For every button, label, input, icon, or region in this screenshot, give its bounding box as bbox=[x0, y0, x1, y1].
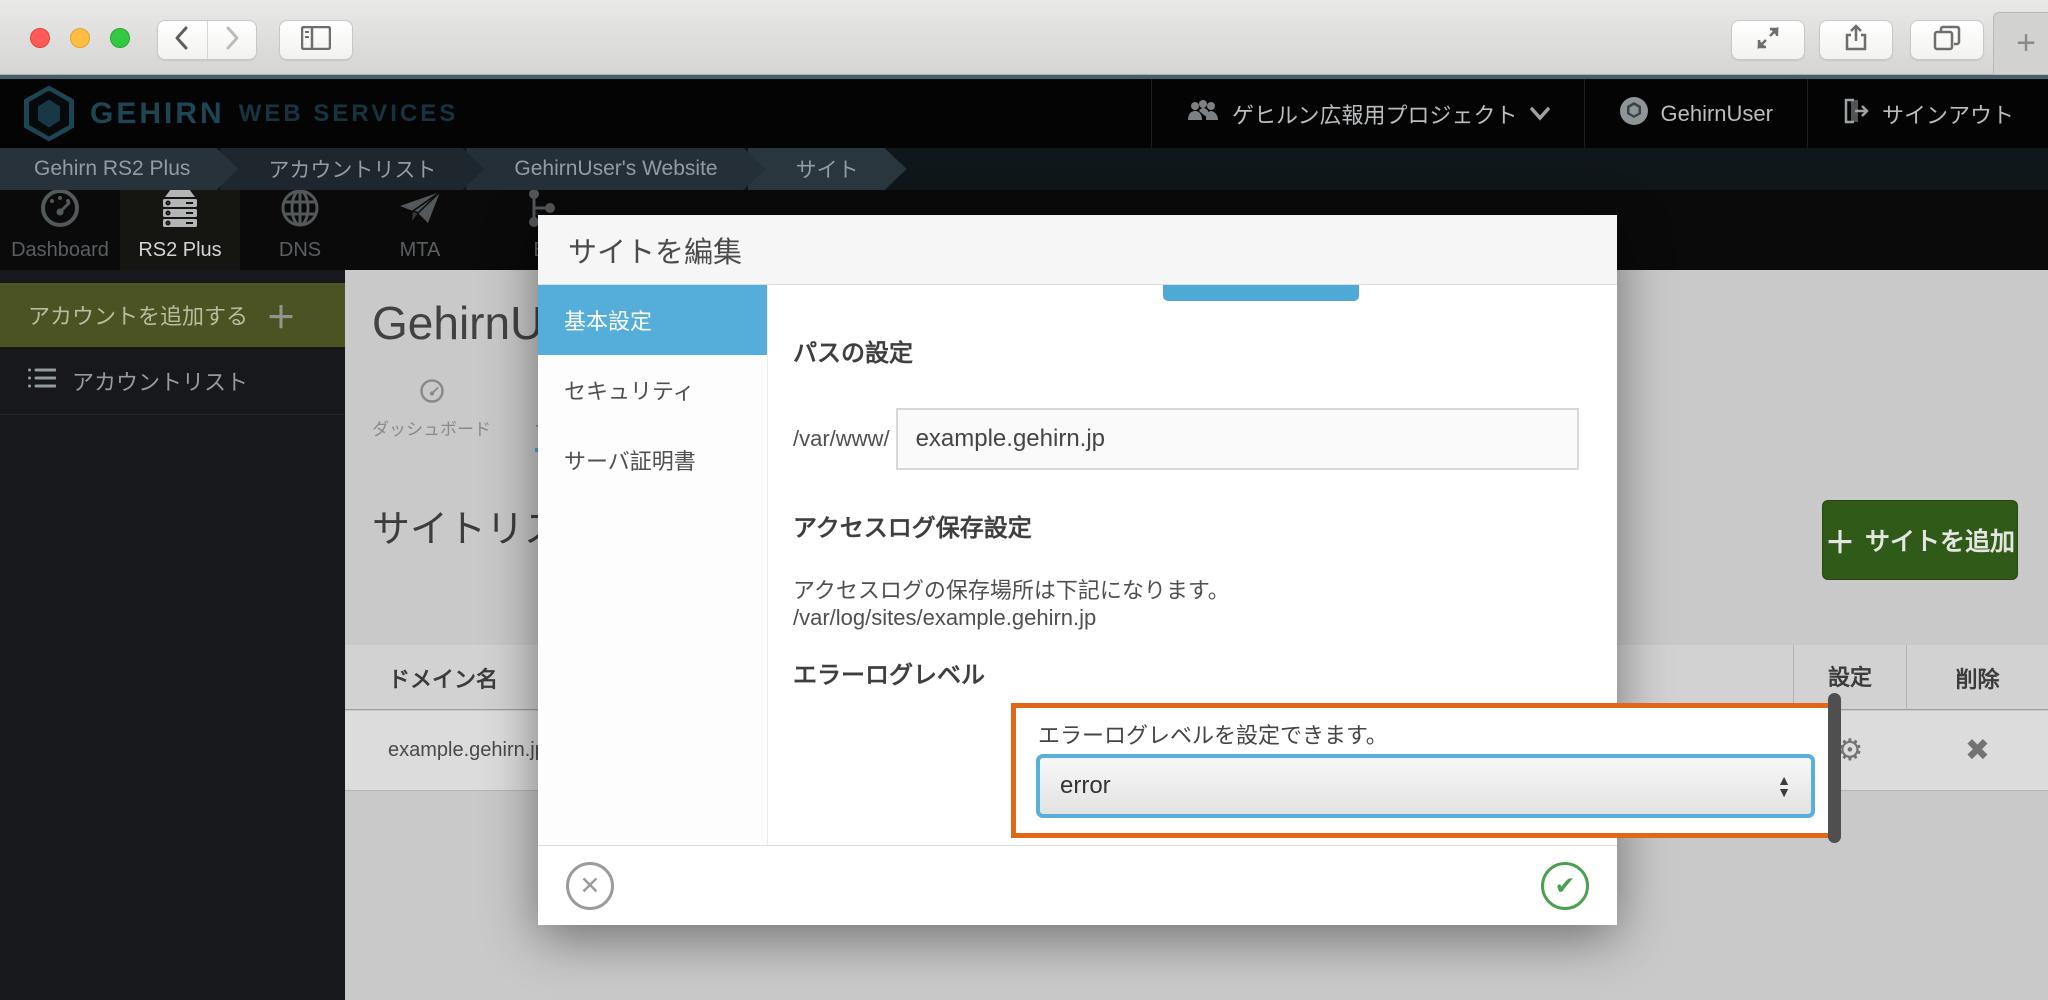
header-right: ゲヒルン広報用プロジェクト GehirnUser サインアウト bbox=[1150, 79, 2048, 148]
modal-tab-basic[interactable]: 基本設定 bbox=[538, 285, 767, 355]
logo-text: GEHIRN bbox=[90, 96, 225, 130]
highlight-box: エラーログレベルを設定できます。 error ▲ ▼ bbox=[1011, 703, 1840, 838]
browser-toolbar: + bbox=[0, 0, 2048, 75]
tab-dashboard[interactable]: ダッシュボード bbox=[372, 378, 491, 452]
fullscreen-icon bbox=[1755, 25, 1781, 56]
modal-footer: ✕ ✔ bbox=[538, 845, 1617, 925]
user-menu[interactable]: GehirnUser bbox=[1583, 79, 1807, 148]
breadcrumb-item-website[interactable]: GehirnUser's Website bbox=[466, 148, 765, 190]
plus-icon: ＋ bbox=[266, 302, 297, 335]
share-icon bbox=[1844, 23, 1868, 57]
nav-mta[interactable]: MTA bbox=[360, 190, 480, 270]
share-button[interactable] bbox=[1819, 20, 1893, 60]
breadcrumb-item-accountlist[interactable]: アカウントリスト bbox=[220, 148, 484, 190]
col-settings: 設定 bbox=[1793, 645, 1907, 710]
user-avatar-icon bbox=[1619, 96, 1649, 132]
nav-rs2plus[interactable]: RS2 Plus bbox=[120, 187, 240, 270]
back-icon bbox=[172, 25, 192, 56]
gehirn-logo[interactable]: GEHIRN WEB SERVICES bbox=[24, 85, 459, 142]
forward-button[interactable] bbox=[206, 21, 257, 59]
delete-x-icon[interactable]: ✖ bbox=[1907, 733, 2048, 768]
list-icon bbox=[28, 367, 57, 395]
account-list-label: アカウントリスト bbox=[72, 369, 249, 395]
people-icon bbox=[1186, 98, 1220, 130]
chevron-down-icon bbox=[1529, 101, 1550, 127]
tabs-icon bbox=[1933, 25, 1961, 56]
signout-icon bbox=[1842, 97, 1870, 131]
paper-plane-icon bbox=[398, 189, 442, 234]
add-account-button[interactable]: アカウントを追加する ＋ bbox=[0, 283, 345, 347]
user-name: GehirnUser bbox=[1660, 100, 1773, 126]
breadcrumb-item-site[interactable]: サイト bbox=[748, 148, 907, 190]
path-prefix-label: /var/www/ bbox=[793, 426, 890, 451]
modal-scrollbar[interactable] bbox=[1828, 693, 1841, 843]
add-site-label: サイトを追加 bbox=[1864, 528, 2015, 556]
sidebar: アカウントを追加する ＋ アカウントリスト bbox=[0, 270, 345, 1000]
modal-tab-certificate[interactable]: サーバ証明書 bbox=[538, 425, 767, 495]
nav-label: MTA bbox=[399, 239, 441, 261]
back-button[interactable] bbox=[158, 21, 207, 59]
server-stack-icon bbox=[157, 187, 203, 234]
plus-icon: ＋ bbox=[1824, 527, 1855, 560]
access-log-description: アクセスログの保存場所は下記になります。 bbox=[793, 578, 1230, 603]
project-name: ゲヒルン広報用プロジェクト bbox=[1231, 102, 1518, 128]
window-close-button[interactable] bbox=[30, 28, 50, 48]
nav-dns[interactable]: DNS bbox=[240, 187, 360, 270]
modal-title: サイトを編集 bbox=[538, 215, 1617, 285]
select-stepper-icon: ▲ ▼ bbox=[1777, 772, 1791, 800]
check-icon: ✔ bbox=[1554, 871, 1576, 900]
add-site-button[interactable]: ＋ サイトを追加 bbox=[1822, 500, 2018, 580]
add-account-label: アカウントを追加する bbox=[28, 304, 249, 329]
nav-dashboard[interactable]: Dashboard bbox=[0, 187, 120, 270]
col-delete: 削除 bbox=[1955, 666, 2000, 692]
access-log-heading: アクセスログ保存設定 bbox=[793, 515, 1032, 542]
modal-tab-list: 基本設定 セキュリティ サーバ証明書 bbox=[538, 285, 768, 845]
tab-overview-button[interactable] bbox=[1910, 20, 1984, 60]
plus-icon: + bbox=[2016, 24, 2036, 62]
nav-label: RS2 Plus bbox=[138, 239, 222, 261]
sidebar-icon bbox=[300, 25, 332, 55]
hexagon-logo-icon bbox=[24, 85, 74, 142]
window-minimize-button[interactable] bbox=[70, 28, 90, 48]
error-log-heading: エラーログレベル bbox=[793, 662, 985, 689]
path-row: /var/www/ bbox=[793, 408, 1593, 470]
path-section-heading: パスの設定 bbox=[793, 340, 913, 367]
sidebar-toggle-button[interactable] bbox=[279, 20, 353, 60]
forward-icon bbox=[222, 25, 242, 56]
gauge-icon bbox=[39, 187, 81, 234]
gauge-icon bbox=[419, 378, 445, 409]
nav-label: DNS bbox=[278, 239, 322, 261]
sidebar-item-account-list[interactable]: アカウントリスト bbox=[0, 347, 345, 415]
document-root-input[interactable] bbox=[895, 408, 1579, 470]
scrolled-blue-button[interactable] bbox=[1163, 285, 1359, 301]
nav-label: Dashboard bbox=[11, 239, 109, 261]
fullscreen-button[interactable] bbox=[1731, 20, 1805, 60]
breadcrumb-item-rs2plus[interactable]: Gehirn RS2 Plus bbox=[0, 148, 238, 190]
confirm-button[interactable]: ✔ bbox=[1541, 861, 1589, 910]
logo-subtext: WEB SERVICES bbox=[238, 99, 459, 127]
globe-icon bbox=[279, 187, 321, 234]
error-log-level-select[interactable]: error ▲ ▼ bbox=[1036, 754, 1815, 818]
error-log-help: エラーログレベルを設定できます。 bbox=[1038, 723, 1388, 748]
signout-label: サインアウト bbox=[1881, 102, 2014, 128]
app-root: + GEHIRN WEB SERVICES ゲヒルン広報用プロジェクト Gehi… bbox=[0, 0, 2048, 1000]
cancel-button[interactable]: ✕ bbox=[566, 861, 614, 910]
access-log-path: /var/log/sites/example.gehirn.jp bbox=[793, 605, 1097, 630]
signout-button[interactable]: サインアウト bbox=[1806, 79, 2048, 148]
modal-body: パスの設定 /var/www/ アクセスログ保存設定 アクセスログの保存場所は下… bbox=[768, 285, 1841, 845]
new-tab-button[interactable]: + bbox=[1993, 12, 2048, 75]
window-zoom-button[interactable] bbox=[110, 28, 130, 48]
project-selector[interactable]: ゲヒルン広報用プロジェクト bbox=[1150, 79, 1584, 148]
app-header: GEHIRN WEB SERVICES ゲヒルン広報用プロジェクト Gehirn… bbox=[0, 75, 2048, 148]
breadcrumb: Gehirn RS2 Plus アカウントリスト GehirnUser's We… bbox=[0, 148, 2048, 190]
selected-value: error bbox=[1060, 772, 1111, 799]
modal-tab-security[interactable]: セキュリティ bbox=[538, 355, 767, 425]
edit-site-modal: サイトを編集 基本設定 セキュリティ サーバ証明書 パスの設定 /var/www… bbox=[538, 215, 1841, 925]
close-icon: ✕ bbox=[579, 871, 601, 900]
history-nav-group bbox=[157, 20, 257, 60]
